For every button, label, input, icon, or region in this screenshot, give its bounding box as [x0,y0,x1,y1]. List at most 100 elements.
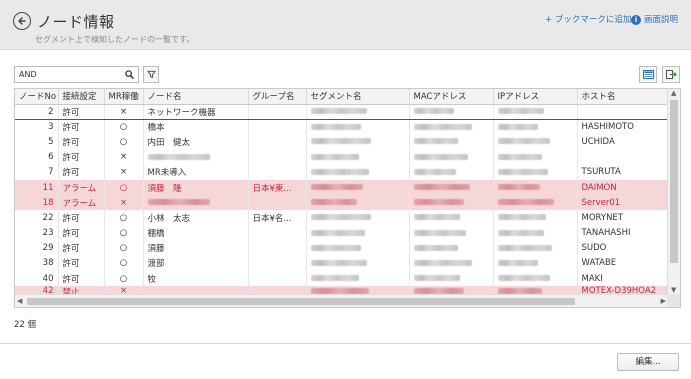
cell-ip-address [493,240,578,256]
table-row[interactable]: 29 許可 ○ 須藤 SUDO [15,240,669,256]
cell-mr-status: ○ [104,271,144,287]
table-row[interactable]: 11 アラーム ○ 須藤 隆日本¥東... DAIMON [15,179,669,196]
table-row[interactable]: 38 許可 ○ 渡部 WATABE [15,255,669,272]
column-header[interactable]: ホスト名 [577,89,669,105]
cell-host-name: DAIMON [577,179,669,196]
filter-button[interactable] [143,66,159,83]
cell-mr-status: ○ [104,179,144,196]
scroll-up-arrow-icon[interactable]: ▲ [671,90,676,97]
redacted-value [497,244,552,251]
search-input[interactable] [15,67,120,82]
column-header[interactable]: ノードNo [15,89,59,105]
redacted-value [310,153,359,160]
redacted-value [413,199,464,206]
redacted-value [413,153,468,160]
redacted-value [310,229,365,236]
vertical-scrollbar[interactable]: ▲ ▼ [667,89,680,295]
cell-connection-setting: 許可 [58,210,105,226]
redacted-value [413,275,460,282]
cell-mr-status: × [104,149,144,165]
table-row[interactable]: 40 許可 ○ 牧 MAKI [15,271,669,287]
cell-connection-setting: アラーム [58,195,105,211]
cell-mac-address [409,240,494,256]
redacted-value [413,138,458,145]
cell-segment-name [306,195,410,211]
scroll-left-arrow-icon[interactable]: ◀ [17,298,22,305]
cell-mac-address [409,255,494,272]
scroll-right-arrow-icon[interactable]: ▶ [661,298,666,305]
cell-ip-address [493,225,578,241]
vertical-scroll-thumb[interactable] [670,100,678,263]
help-link[interactable]: i 画面説明 [631,13,678,25]
column-header[interactable]: 接続設定 [58,89,105,105]
table-row[interactable]: 23 許可 ○ 棚橋 TANAHASHI [15,225,669,241]
redacted-value [497,168,548,175]
list-icon [642,70,654,79]
cell-host-name: MORYNET [577,210,669,226]
cell-segment-name [306,179,410,196]
cell-node-name: MR未導入 [143,164,249,180]
table-row[interactable]: 22 許可 ○ 小林 太志 日本¥名... MORYNET [15,210,669,226]
cell-group-name [248,225,307,241]
cell-node-name: 渡部 [143,255,249,272]
cell-mr-status: ○ [104,240,144,256]
cell-segment-name [306,134,410,150]
table-row[interactable]: 2 許可 × ネットワーク機器 [15,103,669,120]
cell-connection-setting: 許可 [58,240,105,256]
cell-host-name [577,149,669,165]
cell-mr-status: × [104,195,144,211]
redacted-value [413,244,458,251]
cell-group-name [248,271,307,287]
cell-segment-name [306,255,410,272]
scrollbar-corner [667,294,680,307]
cell-host-name: SUDO [577,240,669,256]
export-button[interactable] [662,66,680,83]
column-header[interactable]: グループ名 [248,89,307,105]
cell-ip-address [493,271,578,287]
redacted-value [497,259,538,266]
search-icon[interactable] [125,70,134,79]
cell-ip-address [493,164,578,180]
redacted-value [310,214,371,221]
redacted-value [497,214,546,221]
row-count: 22 個 [14,320,37,330]
cell-mr-status: × [104,164,144,180]
add-bookmark-link[interactable]: + ブックマークに追加 [545,13,631,25]
cell-mac-address [409,164,494,180]
cell-node-no: 7 [15,164,59,180]
cell-segment-name [306,149,410,165]
cell-mac-address [409,271,494,287]
edit-button[interactable]: 編集... [617,353,679,371]
cell-mac-address [409,134,494,150]
cell-node-name: 須藤 隆 [143,179,249,196]
back-button[interactable] [13,12,31,30]
cell-mac-address [409,119,494,135]
column-header[interactable]: ノード名 [143,89,249,105]
cell-mac-address [409,225,494,241]
redacted-value [413,123,472,130]
scroll-down-arrow-icon[interactable]: ▼ [671,287,676,294]
list-view-button[interactable] [639,66,657,83]
column-header[interactable]: MR稼働 [104,89,144,105]
export-icon [665,70,677,79]
redacted-value [310,199,357,206]
table-row[interactable]: 3 許可 ○ 橋本 HASHIMOTO [15,119,669,135]
horizontal-scrollbar[interactable]: ◀ ▶ [15,294,668,307]
cell-segment-name [306,119,410,135]
table-row[interactable]: 5 許可 ○ 内田 健太 UCHIDA [15,134,669,150]
table-row[interactable]: 7 許可 × MR未導入 TSURUTA [15,164,669,180]
table-row[interactable]: 18 アラーム × Server01 [15,195,669,211]
column-header[interactable]: セグメント名 [306,89,410,105]
cell-ip-address [493,149,578,165]
table-row[interactable]: 6 許可 × [15,149,669,165]
cell-connection-setting: 許可 [58,164,105,180]
cell-mr-status: × [104,103,144,120]
redacted-value [497,199,554,206]
column-header[interactable]: IPアドレス [493,89,578,105]
cell-node-name: 棚橋 [143,225,249,241]
cell-group-name [248,149,307,165]
column-header[interactable]: MACアドレス [409,89,494,105]
cell-node-name: ネットワーク機器 [143,103,249,120]
horizontal-scroll-thumb[interactable] [27,298,575,305]
cell-group-name: 日本¥東... [248,179,307,196]
